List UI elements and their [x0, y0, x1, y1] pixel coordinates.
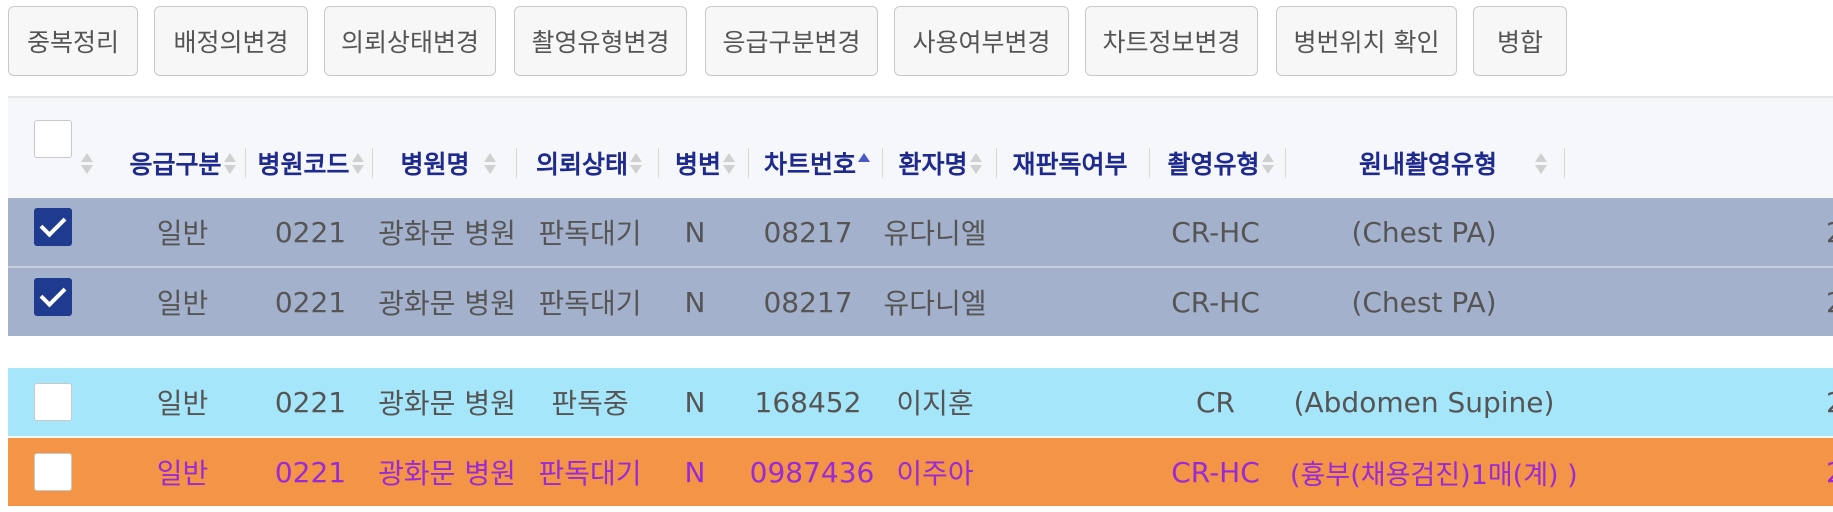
cell-chart-no: 0987436 [749, 455, 875, 489]
col-divider[interactable] [372, 148, 373, 178]
cell-modality: CR-HC [1171, 215, 1260, 249]
col-label-inhouse-type: 원내촬영유형 [1358, 150, 1497, 179]
merge-button[interactable]: 병합 [1473, 6, 1567, 76]
col-divider[interactable] [516, 148, 517, 178]
cell-reread [1000, 198, 1140, 266]
col-label-chart-no: 차트번호 [763, 150, 856, 179]
row-checkbox[interactable] [34, 278, 72, 316]
col-label-modality: 촬영유형 [1167, 150, 1260, 179]
dedupe-button[interactable]: 중복정리 [8, 6, 138, 76]
cell-status: 판독대기 [538, 217, 642, 250]
change-chart-info-button[interactable]: 차트정보변경 [1085, 6, 1258, 76]
col-label-patient: 환자명 [898, 150, 968, 179]
cell-patient: 유다니엘 [883, 217, 987, 250]
sort-icon [969, 152, 982, 174]
cell-patient: 이주아 [896, 457, 974, 490]
row-checkbox[interactable] [34, 453, 72, 491]
cell-hospital-name: 광화문 병원 [378, 217, 516, 250]
cell-lesion: N [684, 285, 706, 319]
cell-status: 판독중 [551, 387, 629, 420]
change-usage-button[interactable]: 사용여부변경 [894, 6, 1069, 76]
col-divider[interactable] [1149, 148, 1150, 178]
col-label-emergency: 응급구분 [129, 150, 222, 179]
cell-patient: 유다니엘 [883, 287, 987, 320]
cell-hospital-code: 0221 [274, 215, 347, 249]
select-all-checkbox[interactable] [34, 120, 72, 158]
col-label-lesion: 병변 [674, 150, 721, 179]
sort-icon [351, 152, 364, 174]
col-divider[interactable] [996, 148, 997, 178]
cell-overflow: 2 [1826, 198, 1833, 266]
col-divider[interactable] [882, 148, 883, 178]
sort-asc-icon [858, 152, 870, 174]
cell-status: 판독대기 [538, 457, 642, 490]
col-divider[interactable] [1285, 148, 1286, 178]
cell-emergency: 일반 [156, 387, 209, 420]
cell-modality: CR [1195, 385, 1235, 419]
change-status-button[interactable]: 의뢰상태변경 [324, 6, 496, 76]
cell-hospital-code: 0221 [274, 455, 347, 489]
table-row[interactable]: 일반 0221 광화문 병원 판독중 N 168452 이지훈 CR (Abdo… [8, 368, 1833, 436]
cell-emergency: 일반 [156, 287, 209, 320]
table-row[interactable]: 일반 0221 광화문 병원 판독대기 N 08217 유다니엘 CR-HC (… [8, 266, 1833, 336]
cell-chart-no: 08217 [763, 215, 853, 249]
sort-icon [223, 152, 236, 174]
cell-reread [1000, 268, 1140, 336]
col-divider[interactable] [1564, 148, 1565, 178]
toolbar: 중복정리 배정의변경 의뢰상태변경 촬영유형변경 응급구분변경 사용여부변경 차… [0, 0, 1833, 96]
col-divider[interactable] [658, 148, 659, 178]
table-row[interactable]: 일반 0221 광화문 병원 판독대기 N 08217 유다니엘 CR-HC (… [8, 198, 1833, 266]
cell-overflow: 2 [1826, 368, 1833, 436]
sort-icon [630, 152, 642, 174]
check-ward-location-button[interactable]: 병번위치 확인 [1276, 6, 1457, 76]
change-modality-button[interactable]: 촬영유형변경 [514, 6, 687, 76]
sort-icon [723, 152, 735, 174]
col-label-status: 의뢰상태 [535, 150, 628, 179]
col-label-reread: 재판독여부 [1012, 150, 1128, 179]
cell-overflow: 2 [1826, 268, 1833, 336]
cell-chart-no: 168452 [754, 385, 862, 419]
cell-lesion: N [684, 215, 706, 249]
cell-reread [1000, 438, 1140, 506]
cell-reread [1000, 368, 1140, 436]
sort-icon [483, 152, 496, 174]
cell-inhouse-type: (흉부(채용검진)1매(계) ) [1290, 459, 1578, 491]
cell-hospital-code: 0221 [274, 385, 347, 419]
cell-inhouse-type: (Chest PA) [1351, 215, 1497, 249]
cell-overflow: 2 [1826, 438, 1833, 506]
change-assignee-button[interactable]: 배정의변경 [154, 6, 308, 76]
cell-chart-no: 08217 [763, 285, 853, 319]
change-emergency-button[interactable]: 응급구분변경 [705, 6, 878, 76]
cell-hospital-name: 광화문 병원 [378, 387, 516, 420]
sort-icon [1261, 152, 1274, 174]
cell-inhouse-type: (Abdomen Supine) [1293, 385, 1555, 419]
cell-modality: CR-HC [1171, 285, 1260, 319]
col-label-hospital-name: 병원명 [400, 150, 470, 179]
col-divider[interactable] [245, 148, 246, 178]
cell-lesion: N [684, 385, 706, 419]
col-label-hospital-code: 병원코드 [257, 150, 350, 179]
row-checkbox[interactable] [34, 208, 72, 246]
cell-hospital-name: 광화문 병원 [378, 457, 516, 490]
cell-emergency: 일반 [156, 217, 209, 250]
row-checkbox[interactable] [34, 383, 72, 421]
col-divider[interactable] [748, 148, 749, 178]
cell-patient: 이지훈 [896, 387, 974, 420]
cell-inhouse-type: (Chest PA) [1351, 285, 1497, 319]
cell-lesion: N [684, 455, 706, 489]
cell-hospital-name: 광화문 병원 [378, 287, 516, 320]
cell-status: 판독대기 [538, 287, 642, 320]
cell-emergency: 일반 [156, 457, 209, 490]
cell-modality: CR-HC [1171, 455, 1260, 489]
cell-hospital-code: 0221 [274, 285, 347, 319]
table-row[interactable]: 일반 0221 광화문 병원 판독대기 N 0987436 이주아 CR-HC … [8, 438, 1833, 506]
